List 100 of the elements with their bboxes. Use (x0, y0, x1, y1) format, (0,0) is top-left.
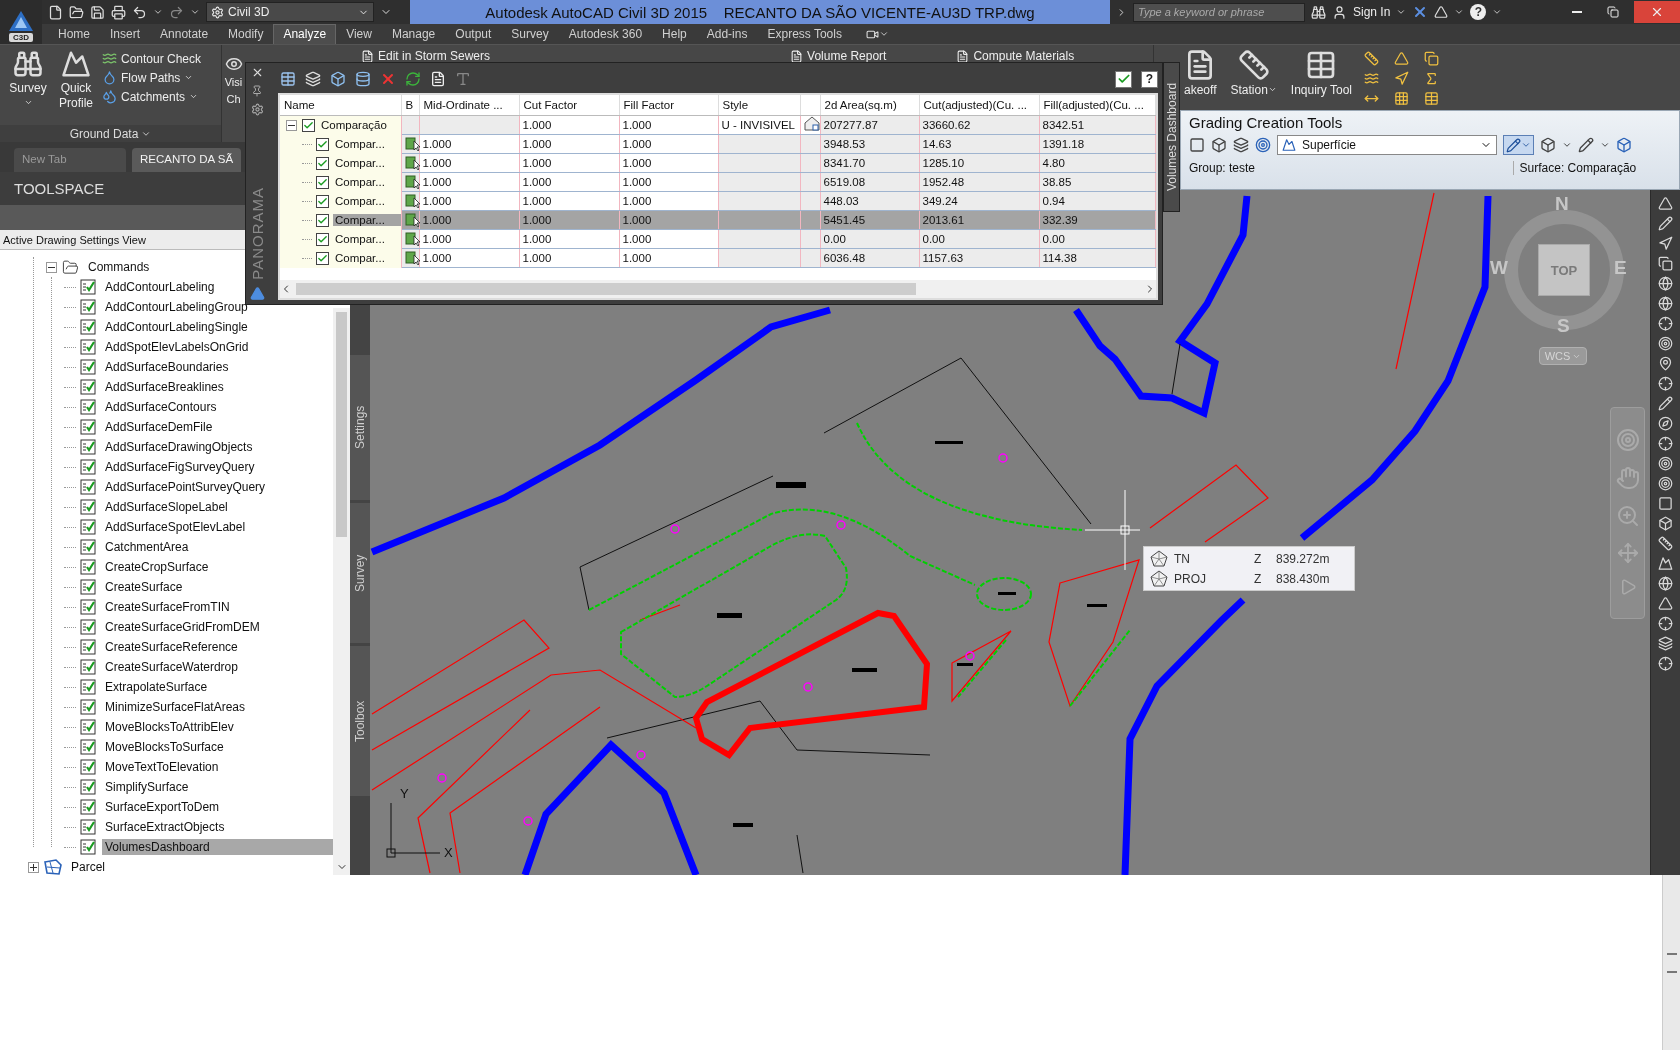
save-icon[interactable] (90, 4, 105, 20)
tree-item[interactable]: CreateSurfaceReference (102, 639, 241, 655)
edit-button[interactable] (1503, 135, 1534, 155)
document-icon[interactable] (430, 71, 446, 87)
box-icon[interactable] (1540, 137, 1556, 153)
surface-dropdown[interactable]: Superfície (1277, 135, 1497, 155)
grid-icon[interactable] (1394, 91, 1409, 106)
crosshair-icon[interactable] (1658, 376, 1673, 391)
sign-in-link[interactable]: Sign In (1353, 5, 1391, 19)
scrollbar[interactable] (333, 308, 350, 875)
table-icon[interactable] (1424, 91, 1439, 106)
tree-item[interactable]: AddContourLabeling (102, 279, 218, 295)
target-icon[interactable] (1255, 137, 1271, 153)
tree-item[interactable]: AddContourLabelingGroup (102, 299, 251, 315)
mountain-icon[interactable] (1658, 556, 1673, 571)
triangle-icon[interactable] (1658, 196, 1673, 211)
undo-icon[interactable] (132, 4, 147, 20)
ribbon-tab[interactable]: Annotate (150, 24, 219, 44)
expander-icon[interactable] (286, 119, 297, 131)
caret-icon[interactable] (1396, 7, 1407, 17)
ribbon-button[interactable]: akeoff (1182, 49, 1219, 98)
checkbox[interactable] (316, 137, 329, 151)
layers-icon[interactable] (305, 71, 321, 87)
checkbox[interactable] (316, 251, 329, 265)
tree-item[interactable]: CatchmentArea (102, 539, 192, 555)
pencil-icon[interactable] (1578, 137, 1594, 153)
tree-item[interactable]: Commands (85, 259, 153, 275)
checkbox[interactable] (316, 194, 329, 208)
help-button[interactable]: ? (1470, 4, 1487, 20)
tree-item[interactable]: AddContourLabelingSingle (102, 319, 251, 335)
tree-item[interactable]: CreateSurfaceGridFromDEM (102, 619, 263, 635)
tree-item[interactable]: AddSurfaceBoundaries (102, 359, 232, 375)
caret-icon[interactable] (1454, 7, 1465, 17)
ribbon-tab[interactable]: Autodesk 360 (558, 24, 653, 44)
database-icon[interactable] (355, 71, 371, 87)
column-header[interactable]: Style (718, 95, 800, 115)
triangle-icon[interactable] (1434, 5, 1449, 19)
ribbon-button[interactable]: Catchments (102, 89, 202, 104)
pin-icon[interactable] (1658, 356, 1673, 371)
tree-item[interactable]: AddSurfaceFigSurveyQuery (102, 459, 258, 475)
refresh-icon[interactable] (405, 71, 421, 87)
dashboard-tab[interactable]: Volumes Dashboard (1163, 62, 1180, 212)
box-icon[interactable] (1616, 137, 1632, 153)
checkbox[interactable] (316, 175, 329, 189)
tree-item[interactable]: CreateCropSurface (102, 559, 212, 575)
sigma-icon[interactable] (1424, 71, 1439, 86)
crosshair-icon[interactable] (1658, 436, 1673, 451)
tree-item[interactable]: AddSurfacePointSurveyQuery (102, 479, 269, 495)
tree-item[interactable]: AddSurfaceDemFile (102, 419, 216, 435)
column-header[interactable]: 2d Area(sq.m) (820, 95, 919, 115)
checkbox[interactable] (316, 232, 329, 246)
ribbon-tab[interactable]: Output (445, 24, 502, 44)
column-header[interactable]: Cut(adjusted)(Cu. ... (919, 95, 1039, 115)
expander-icon[interactable] (46, 261, 57, 273)
help-button[interactable]: ? (1141, 70, 1158, 88)
document-tab[interactable]: RECANTO DA SÃ (132, 148, 242, 172)
triangle-icon[interactable] (1658, 596, 1673, 611)
checkbox[interactable] (302, 118, 315, 132)
column-header[interactable]: Fill Factor (619, 95, 718, 115)
name-cell[interactable]: Compar... (333, 214, 401, 226)
application-button[interactable]: C3D (0, 0, 42, 44)
ribbon-tab[interactable]: Add-ins (696, 24, 758, 44)
ribbon-button[interactable]: Survey (6, 49, 50, 107)
ribbon-tab[interactable]: View (336, 24, 382, 44)
triangle-icon[interactable] (1394, 51, 1409, 66)
settings-icon[interactable] (250, 103, 264, 116)
tree-item[interactable]: MinimizeSurfaceFlatAreas (102, 699, 249, 715)
ruler-icon[interactable] (1658, 536, 1673, 551)
ruler-icon[interactable] (1364, 51, 1379, 66)
tree-item[interactable]: AddSurfaceBreaklines (102, 379, 227, 395)
column-header[interactable]: Fill(adjusted)(Cu. ... (1039, 95, 1155, 115)
scrollbar[interactable] (280, 280, 1156, 298)
column-header[interactable]: Cut Factor (519, 95, 619, 115)
tree-item[interactable]: MoveTextToElevation (102, 759, 222, 775)
checkmark-button[interactable] (1115, 70, 1132, 88)
print-icon[interactable] (111, 4, 126, 20)
arrow-icon[interactable] (1658, 236, 1673, 251)
ribbon-button[interactable]: Edit in Storm Sewers (361, 49, 491, 63)
ribbon-tab[interactable]: Insert (100, 24, 151, 44)
ribbon-tab[interactable]: Analyze (273, 24, 337, 44)
search-field[interactable]: Type a keyword or phrase (1133, 2, 1305, 22)
ribbon-button[interactable]: Station (1228, 49, 1279, 98)
tree-item[interactable]: AddSurfaceSlopeLabel (102, 499, 231, 515)
compass-icon[interactable] (1658, 416, 1673, 431)
tree-item[interactable]: AddSurfaceContours (102, 399, 220, 415)
layers-icon[interactable] (1658, 636, 1673, 651)
tree-item[interactable]: CreateSurfaceWaterdrop (102, 659, 241, 675)
tree-item[interactable]: SurfaceExportToDem (102, 799, 223, 815)
tree-item[interactable]: VolumesDashboard (102, 839, 333, 855)
column-header[interactable]: B (401, 95, 419, 115)
globe-icon[interactable] (1658, 576, 1673, 591)
expander-icon[interactable] (28, 861, 39, 873)
columns-icon[interactable] (280, 71, 296, 87)
box-icon[interactable] (330, 71, 346, 87)
tree-item[interactable]: AddSpotElevLabelsOnGrid (102, 339, 252, 355)
tree-item[interactable]: MoveBlocksToAttribElev (102, 719, 237, 735)
side-tab[interactable]: Toolbox (350, 646, 370, 796)
binoculars-icon[interactable] (1311, 4, 1326, 20)
ribbon-tab[interactable]: Express Tools (757, 24, 852, 44)
globe-icon[interactable] (1658, 276, 1673, 291)
